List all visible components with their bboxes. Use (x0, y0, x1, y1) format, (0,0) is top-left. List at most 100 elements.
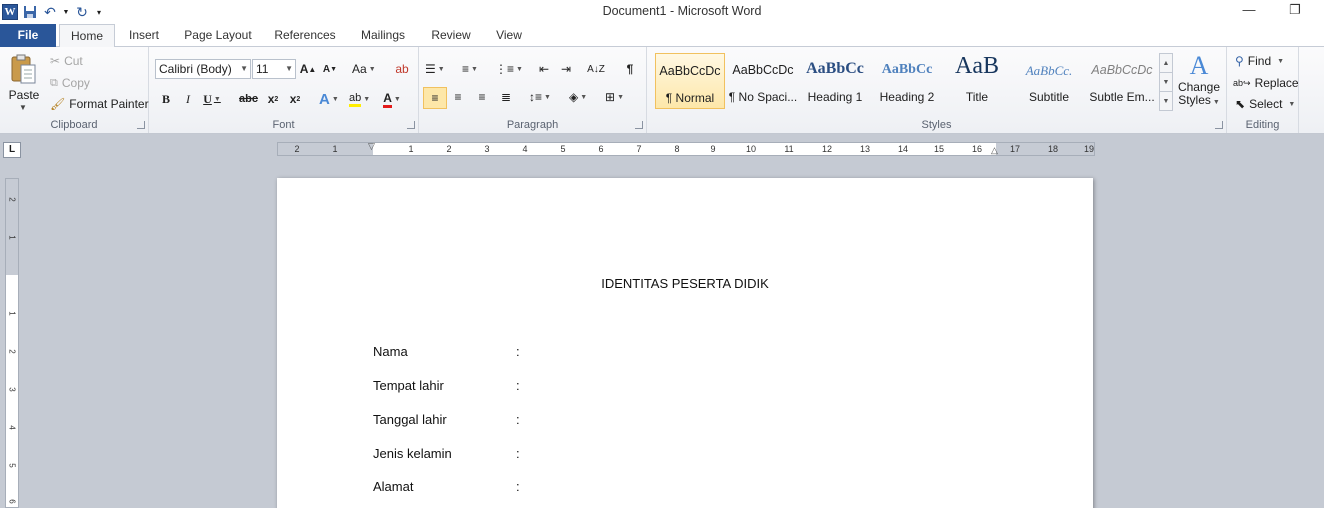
numbering-icon[interactable]: ≡ ▼ (461, 59, 479, 79)
field-separator: : (516, 344, 520, 359)
copy-button[interactable]: ⧉ Copy (50, 73, 90, 93)
line-spacing-icon[interactable]: ↕≡ ▼ (529, 87, 551, 107)
field-separator: : (516, 412, 520, 427)
tab-references[interactable]: References (268, 24, 342, 47)
horizontal-ruler[interactable]: 2 1 1 2 3 4 5 6 7 8 9 10 11 12 13 14 15 … (277, 141, 1095, 156)
gallery-up-icon[interactable]: ▲ (1160, 54, 1172, 73)
style-no-spacing[interactable]: AaBbCcDc ¶ No Spaci... (728, 53, 798, 109)
styles-gallery-scroll[interactable]: ▲ ▼ ▼ (1159, 53, 1173, 111)
show-hide-icon[interactable]: ¶ (621, 59, 639, 79)
minimize-button[interactable]: — (1234, 2, 1264, 22)
first-line-indent-marker-icon[interactable]: ▽ (368, 141, 375, 152)
bullets-icon[interactable]: ☰ ▼ (425, 59, 445, 79)
ruler-mark: 19 (1083, 144, 1095, 154)
ruler-mark: 9 (710, 144, 716, 154)
tab-review[interactable]: Review (425, 24, 477, 47)
italic-icon[interactable]: I (179, 89, 197, 109)
tab-view[interactable]: View (489, 24, 529, 47)
highlight-icon[interactable]: ab ▼ (349, 89, 370, 109)
font-size-combo[interactable]: 11 ▼ (252, 59, 296, 79)
align-right-icon[interactable]: ≡ (473, 87, 491, 107)
bold-icon[interactable]: B (157, 89, 175, 109)
ruler-mark: 16 (971, 144, 983, 154)
decrease-indent-icon[interactable]: ⇤ (535, 59, 553, 79)
tab-selector-icon[interactable]: L (3, 142, 21, 158)
text-effects-icon[interactable]: A ▼ (319, 89, 339, 109)
gallery-more-icon[interactable]: ▼ (1160, 92, 1172, 111)
select-dropdown-icon: ▼ (1288, 100, 1296, 108)
tab-file[interactable]: File (0, 24, 56, 47)
paste-icon (11, 54, 36, 84)
justify-icon[interactable]: ≣ (497, 87, 515, 107)
restore-button[interactable]: ❐ (1280, 2, 1310, 22)
style-subtitle[interactable]: AaBbCc. Subtitle (1014, 53, 1084, 109)
cut-button[interactable]: ✂ Cut (50, 51, 83, 71)
style-preview: AaBbCc (806, 60, 864, 77)
subscript-icon[interactable]: x2 (264, 89, 282, 109)
replace-button[interactable]: ab↪ Replace (1233, 73, 1299, 93)
shading-icon[interactable]: ◈ ▼ (569, 87, 587, 107)
gallery-down-icon[interactable]: ▼ (1160, 73, 1172, 92)
style-title[interactable]: AaB Title (942, 53, 1012, 109)
style-normal[interactable]: AaBbCcDc ¶ Normal (655, 53, 725, 109)
change-styles-button[interactable]: A Change Styles ▼ (1176, 51, 1222, 115)
field-label-jenis-kelamin: Jenis kelamin (373, 446, 452, 461)
document-page[interactable]: IDENTITAS PESERTA DIDIK Nama : Tempat la… (277, 178, 1093, 508)
style-heading-1[interactable]: AaBbCc Heading 1 (800, 53, 870, 109)
underline-icon[interactable]: U ▼ (203, 89, 221, 109)
font-name-dropdown-icon: ▼ (240, 64, 248, 73)
find-button[interactable]: ⚲ Find ▼ (1235, 51, 1284, 71)
style-preview: AaB (955, 53, 999, 79)
right-indent-marker-icon[interactable]: △ (991, 145, 998, 156)
ruler-mark: 5 (560, 144, 566, 154)
strikethrough-icon[interactable]: abc (239, 89, 258, 109)
ruler-mark: 8 (674, 144, 680, 154)
ruler-mark: 2 (446, 144, 452, 154)
shrink-font-icon[interactable]: A ▼ (321, 59, 339, 79)
field-separator: : (516, 378, 520, 393)
paragraph-launcher-icon[interactable] (635, 121, 643, 129)
superscript-icon[interactable]: x2 (286, 89, 304, 109)
copy-label: Copy (61, 76, 90, 90)
change-case-icon[interactable]: Aa ▼ (352, 59, 376, 79)
vruler-mark: 2 (7, 349, 17, 354)
select-label: Select (1249, 97, 1283, 111)
align-left-icon[interactable]: ≡ (423, 87, 447, 109)
align-center-icon[interactable]: ≡ (449, 87, 467, 107)
borders-icon[interactable]: ⊞ ▼ (605, 87, 624, 107)
styles-group-label: Styles (921, 119, 952, 131)
tab-page-layout[interactable]: Page Layout (180, 24, 256, 47)
style-subtle-emphasis[interactable]: AaBbCcDc Subtle Em... (1087, 53, 1157, 109)
ruler-mark: 15 (933, 144, 945, 154)
clear-formatting-icon[interactable]: ab (393, 59, 411, 79)
format-painter-button[interactable]: 🖌 Format Painter (50, 94, 149, 114)
grow-font-icon[interactable]: A ▲ (299, 59, 317, 79)
paragraph-group-label: Paragraph (506, 119, 559, 131)
change-styles-icon: A (1189, 51, 1209, 80)
tab-insert[interactable]: Insert (121, 24, 167, 47)
style-preview: AaBbCc. (1025, 63, 1073, 78)
tab-home[interactable]: Home (59, 24, 115, 48)
cursor-icon: ⬉ (1235, 97, 1246, 111)
vertical-ruler[interactable]: 2 1 1 2 3 4 5 6 (5, 178, 19, 508)
increase-indent-icon[interactable]: ⇥ (557, 59, 575, 79)
font-color-icon[interactable]: A ▼ (383, 89, 401, 109)
select-button[interactable]: ⬉ Select ▼ (1235, 94, 1295, 114)
sort-icon[interactable]: A↓Z (587, 59, 605, 79)
window-title: Document1 - Microsoft Word (602, 4, 762, 18)
vruler-mark: 6 (7, 499, 17, 504)
format-painter-label: Format Painter (69, 97, 149, 111)
styles-launcher-icon[interactable] (1215, 121, 1223, 129)
font-launcher-icon[interactable] (407, 121, 415, 129)
vruler-mark: 2 (7, 197, 17, 202)
ribbon-home: Paste ▼ ✂ Cut ⧉ Copy 🖌 Format Painter Cl… (0, 47, 1324, 134)
title-bar: W ↶ ▼ ↻ ▾ Document1 - Microsoft Word — ❐ (0, 0, 1324, 24)
font-name-value: Calibri (Body) (159, 62, 232, 76)
vruler-mark: 1 (7, 235, 17, 240)
style-heading-2[interactable]: AaBbCc Heading 2 (872, 53, 942, 109)
font-name-combo[interactable]: Calibri (Body) ▼ (155, 59, 251, 79)
change-styles-dropdown-icon: ▼ (1212, 99, 1220, 106)
clipboard-launcher-icon[interactable] (137, 121, 145, 129)
tab-mailings[interactable]: Mailings (355, 24, 411, 47)
multilevel-list-icon[interactable]: ⋮≡ ▼ (495, 59, 523, 79)
